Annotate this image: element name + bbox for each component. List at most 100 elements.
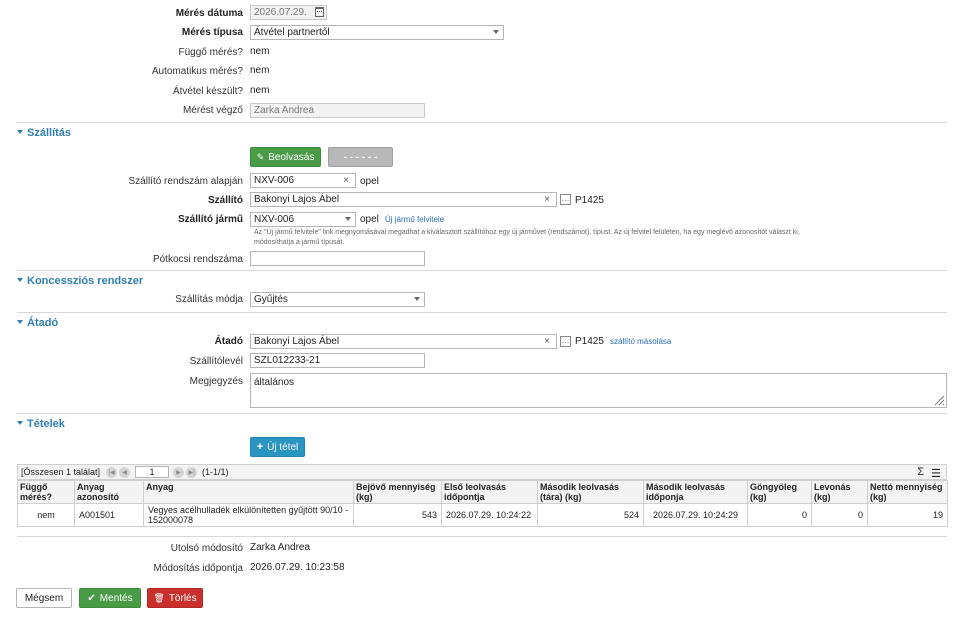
check-icon: ✔ [87,592,96,604]
col-deduction[interactable]: Levonás (kg) [811,480,868,504]
waybill-input[interactable]: SZL012233-21 [250,353,425,368]
collapse-triangle-icon [17,130,23,135]
section-divider [17,413,947,414]
table-row[interactable]: nem A001501 Vegyes acélhulladék elkülöní… [17,503,948,527]
lookup-icon[interactable]: … [560,336,571,347]
plate-input[interactable]: NXV-006 × [250,173,356,188]
cell-incoming: 543 [353,503,442,527]
modifier-label: Utolsó módosító [170,543,243,554]
operator-input[interactable]: Zarka Andrea [250,103,425,118]
prev-page-icon[interactable]: ◀ [119,466,131,478]
carrier-code: P1425 [575,195,604,206]
mode-select[interactable]: Gyűjtés [250,292,425,307]
carrier-input[interactable]: Bakonyi Lajos Ábel × [250,192,557,207]
save-button-label: Mentés [99,592,133,604]
measurement-type-select[interactable]: Átvétel partnertől [250,25,504,40]
modified-time-label: Módosítás időpontja [153,563,243,574]
vehicle-label: Szállító jármű [177,214,243,225]
comment-label: Megjegyzés [189,376,243,387]
delete-button[interactable]: 🗑 Törlés [147,588,203,608]
receipt-value: nem [250,85,270,96]
giver-input[interactable]: Bakonyi Lajos Ábel × [250,334,557,349]
operator-label: Mérést végző [182,105,243,116]
chevron-down-icon [493,30,499,34]
cell-material: Vegyes acélhulladék elkülönítetten gyűjt… [143,503,354,527]
pending-label: Függő mérés? [178,47,243,58]
clear-icon[interactable]: × [544,335,550,348]
receipt-label: Átvétel készült? [172,86,243,97]
measurement-date-value: 2026.07.29. [254,7,307,18]
next-page-icon[interactable]: ▶ [173,466,185,478]
section-items-title: Tételek [27,418,65,430]
comment-textarea[interactable]: általános [250,373,947,408]
col-material[interactable]: Anyag [143,480,354,504]
section-items[interactable]: Tételek [17,418,947,430]
save-button[interactable]: ✔ Mentés [79,588,141,608]
menu-icon[interactable]: ☰ [931,467,941,480]
waybill-label: Szállítólevél [189,356,243,367]
comment-value: általános [254,377,295,388]
section-handover[interactable]: Átadó [17,317,947,329]
sigma-icon[interactable]: Σ [917,466,924,478]
grid-total: [Összesen 1 találat] [21,467,101,477]
cell-material-id: A001501 [74,503,144,527]
giver-value: Bakonyi Lajos Ábel [254,336,340,347]
resize-handle-icon[interactable] [933,394,945,406]
measurement-date-input[interactable]: 2026.07.29. [250,5,327,20]
first-page-icon[interactable]: |◀ [106,466,118,478]
new-item-button-label: Új tétel [267,441,299,453]
modified-time-value: 2026.07.29. 10:23:58 [250,562,345,573]
measurement-type-label: Mérés típusa [181,27,243,38]
cancel-button-label: Mégsem [24,592,64,604]
vehicle-note-line1: Az "Új jármű felvitele" link megnyomásáv… [254,229,800,236]
section-shipping[interactable]: Szállítás [17,127,947,139]
last-page-icon[interactable]: ▶| [186,466,198,478]
vehicle-suffix: opel [360,214,379,225]
section-divider [17,536,947,537]
cancel-button[interactable]: Mégsem [16,588,72,608]
grid-toolbar: [Összesen 1 találat] |◀ ◀ 1 ▶ ▶| (1-1/1)… [17,464,947,480]
dash-button[interactable]: - - - - - - [328,147,393,167]
clear-icon[interactable]: × [544,193,550,206]
calendar-icon[interactable] [315,7,324,17]
chevron-down-icon [414,297,420,301]
cell-net: 19 [867,503,948,527]
cell-second: 524 [537,503,644,527]
section-divider [17,270,947,271]
read-button[interactable]: ✎ Beolvasás [250,147,321,167]
mode-label: Szállítás módja [175,294,243,305]
chevron-down-icon [345,217,351,221]
col-net[interactable]: Nettó mennyiség (kg) [867,480,948,504]
vehicle-select[interactable]: NXV-006 [250,212,356,227]
trailer-input[interactable] [250,251,425,266]
section-divider [17,122,947,123]
plus-icon: + [256,441,264,453]
section-concession[interactable]: Koncessziós rendszer [17,275,947,287]
new-vehicle-link[interactable]: Új jármű felvitele [385,215,444,224]
auto-measure-value: nem [250,65,270,76]
col-material-id[interactable]: Anyag azonosító [74,480,144,504]
col-first-time[interactable]: Első leolvasás időpontja [441,480,538,504]
col-second-time[interactable]: Második leolvasás időponja [643,480,748,504]
clear-icon[interactable]: × [343,174,349,187]
carrier-label: Szállító [207,195,243,206]
items-grid: [Összesen 1 találat] |◀ ◀ 1 ▶ ▶| (1-1/1)… [17,464,948,527]
page-range: (1-1/1) [202,467,229,477]
vehicle-note: Az "Új jármű felvitele" link megnyomásáv… [254,228,934,248]
pending-value: nem [250,46,270,57]
col-second[interactable]: Második leolvasás (tára) (kg) [537,480,644,504]
section-concession-title: Koncessziós rendszer [27,275,144,287]
auto-measure-label: Automatikus mérés? [151,66,243,77]
trailer-label: Pótkocsi rendszáma [152,254,243,265]
new-item-button[interactable]: + Új tétel [250,437,305,457]
col-incoming[interactable]: Bejövő mennyiség (kg) [353,480,442,504]
col-pending[interactable]: Függő mérés? [17,480,75,504]
lookup-icon[interactable]: … [560,194,571,205]
section-divider [17,312,947,313]
copy-carrier-link[interactable]: szállító másolása [610,337,671,346]
delete-button-label: Törlés [168,592,197,604]
page-input[interactable]: 1 [135,466,170,478]
read-button-label: Beolvasás [268,151,315,163]
col-packaging[interactable]: Göngyöleg (kg) [747,480,812,504]
measurement-type-value: Átvétel partnertől [254,27,330,38]
